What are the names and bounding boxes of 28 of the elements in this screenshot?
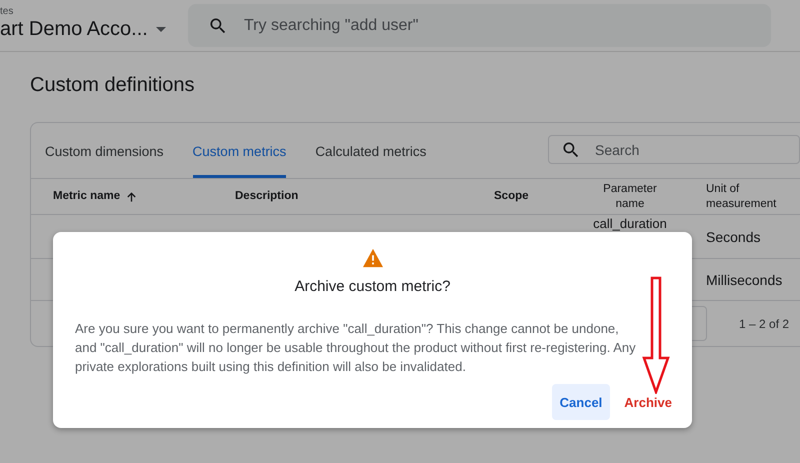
breadcrumb[interactable]: tes	[0, 6, 188, 18]
search-field[interactable]: Search	[548, 135, 800, 164]
column-header[interactable]: Metric name	[53, 189, 120, 204]
cancel-button[interactable]: Cancel	[552, 384, 610, 420]
search-input[interactable]: Search	[595, 142, 745, 158]
dropdown-caret-icon[interactable]	[156, 27, 166, 32]
column-header[interactable]: Parameter name	[598, 182, 662, 212]
table-cell: Milliseconds	[706, 272, 782, 288]
column-header[interactable]: Unit of measurement	[706, 182, 786, 212]
archive-button[interactable]: Archive	[616, 384, 680, 420]
sort-up-icon[interactable]	[126, 190, 138, 202]
column-header[interactable]: Description	[235, 189, 298, 204]
warning-icon	[362, 248, 384, 268]
table-cell: Seconds	[706, 228, 760, 244]
search-field[interactable]: Try searching "add user"	[188, 4, 771, 47]
column-header[interactable]: Scope	[494, 189, 529, 204]
tab[interactable]: Calculated metrics	[315, 123, 426, 178]
dialog-title: Archive custom metric?	[294, 278, 450, 295]
tab[interactable]: Custom dimensions	[45, 123, 164, 178]
search-icon	[208, 16, 228, 36]
search-input[interactable]: Try searching "add user"	[244, 16, 644, 34]
pagination-range: 1 – 2 of 2	[739, 316, 790, 330]
dialog-message: Are you sure you want to permanently archive "call_duration"? This change cannot be undone, and "call_duration" will no longer be usable throughout the product without first re-registering. Any private explorations built using this definition will also be invalidated.	[75, 320, 637, 376]
table-cell: call_duration	[593, 216, 667, 231]
search-icon	[561, 140, 581, 160]
account-name[interactable]: art Demo Acco...	[0, 18, 148, 41]
page-title: Custom definitions	[30, 73, 196, 98]
tab[interactable]: Custom metrics	[192, 123, 286, 178]
